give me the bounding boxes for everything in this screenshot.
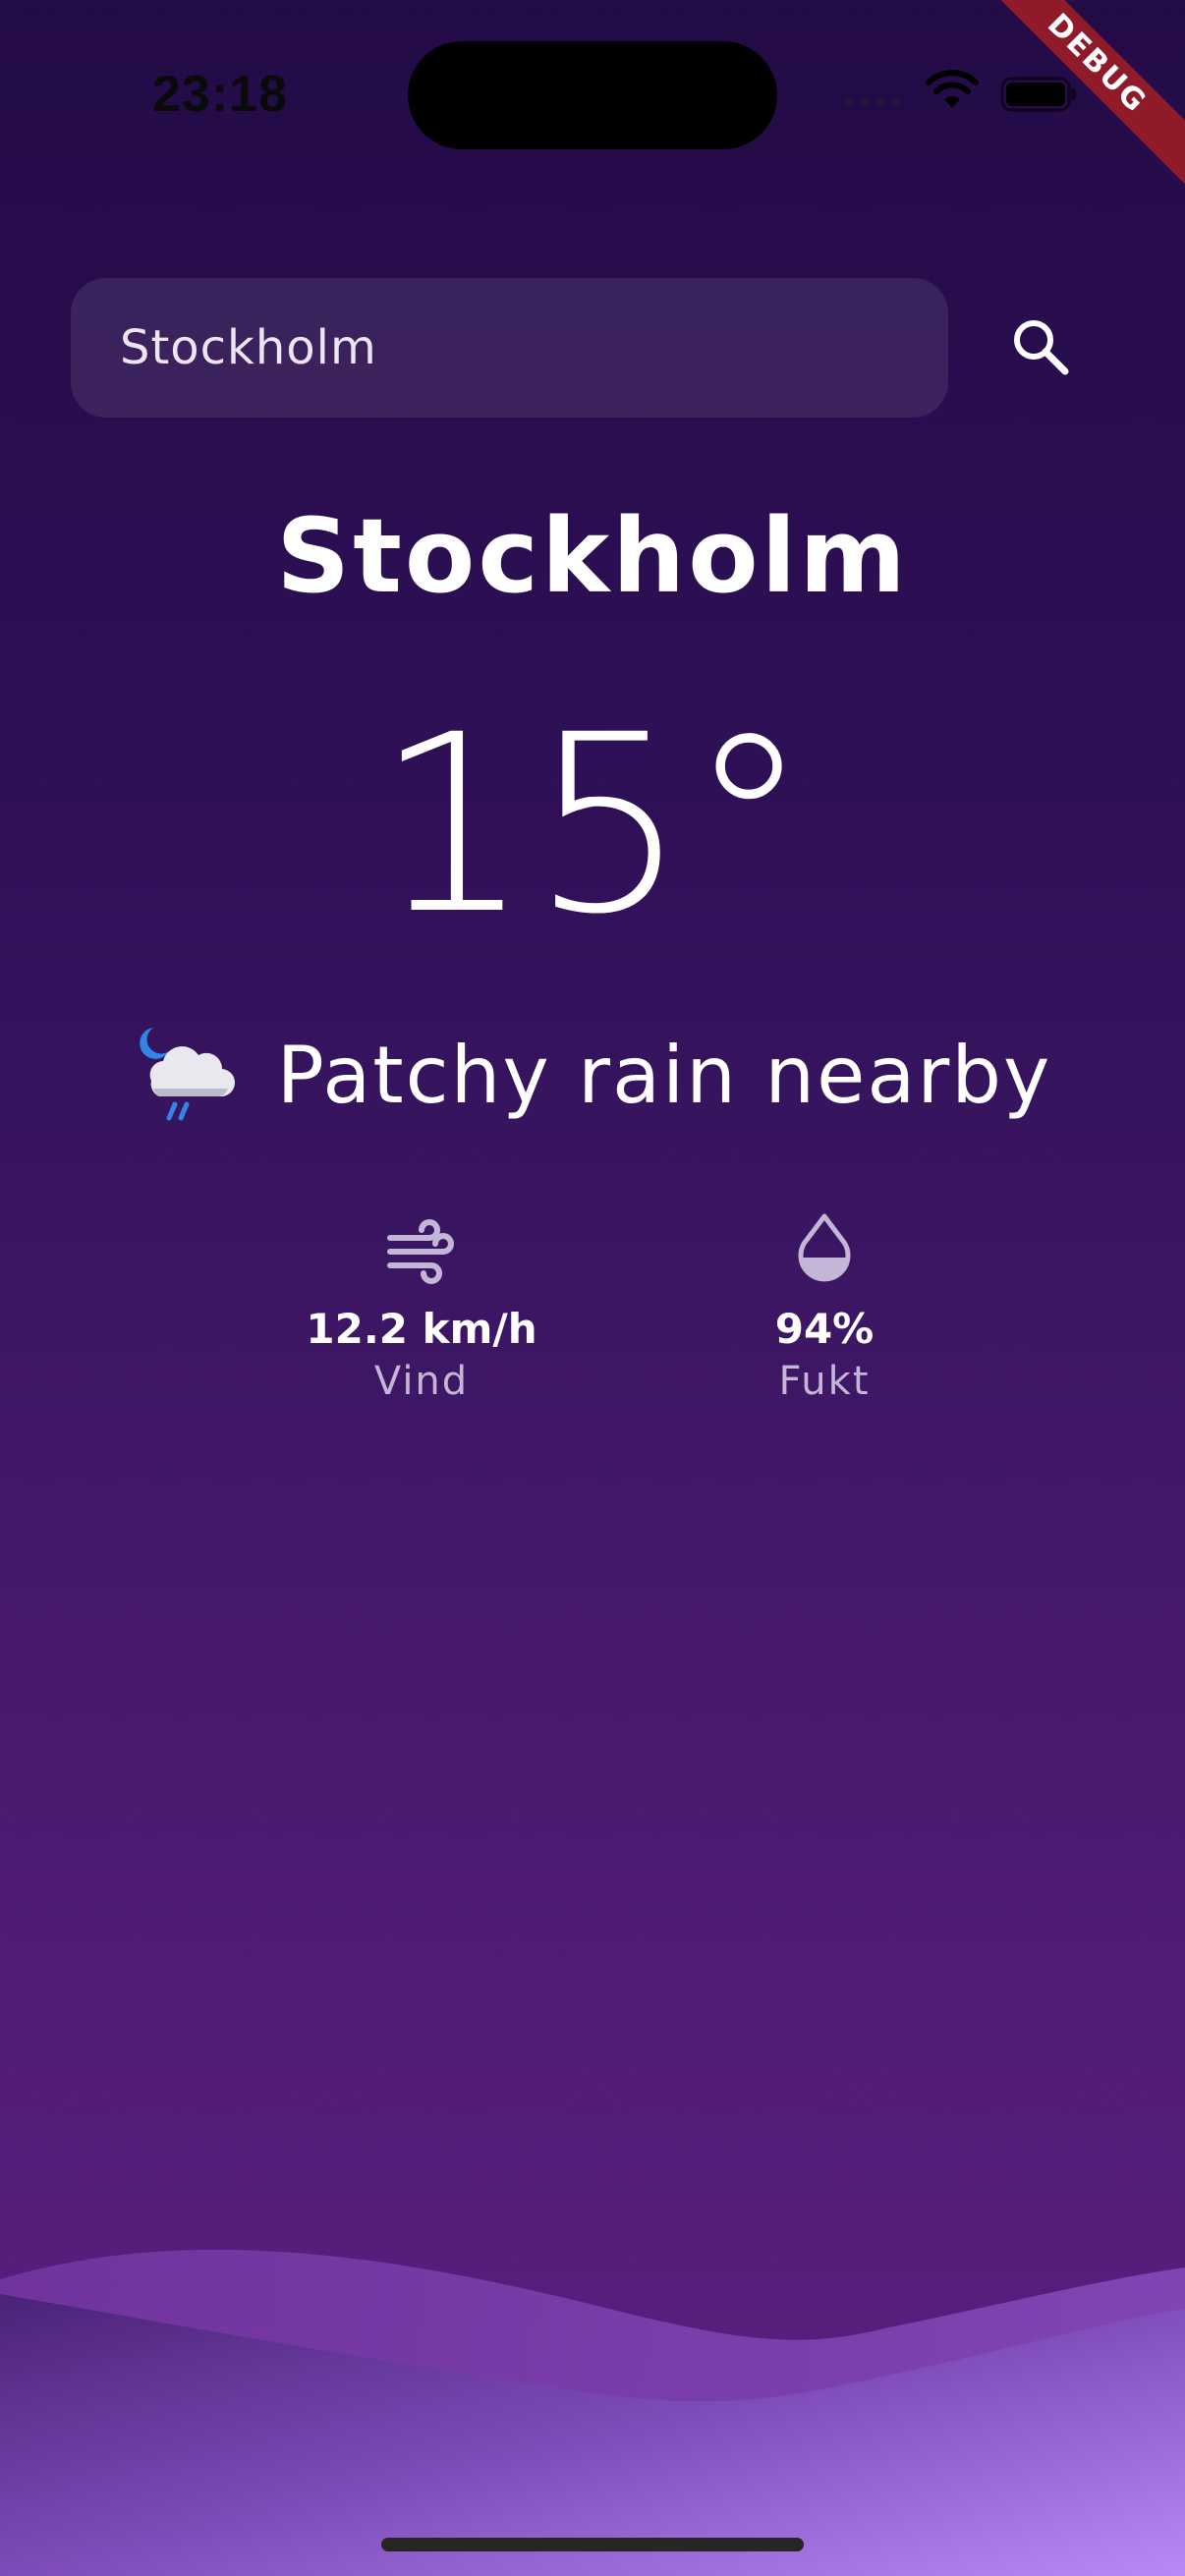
- dynamic-island: [408, 41, 777, 149]
- temperature: 15°: [374, 682, 811, 968]
- wifi-icon: [926, 70, 979, 108]
- moon-cloud-rain-icon: [139, 1028, 235, 1121]
- wind-stat: 12.2 km/h Vind: [264, 1210, 579, 1404]
- battery-icon: [1000, 77, 1076, 112]
- city-name: Stockholm: [276, 496, 909, 616]
- weather-condition: Patchy rain nearby: [0, 1022, 1185, 1128]
- humidity-stat: 94% Fukt: [667, 1210, 982, 1404]
- status-bar: 23:18: [0, 0, 1185, 196]
- wind-label: Vind: [373, 1359, 470, 1404]
- search-input[interactable]: [118, 319, 948, 376]
- water-drop-icon: [798, 1213, 851, 1282]
- humidity-label: Fukt: [778, 1359, 871, 1404]
- wind-icon: [387, 1219, 454, 1284]
- status-time: 23:18: [152, 66, 288, 123]
- decorative-waves: [0, 2249, 1185, 2576]
- cellular-signal-icon: [845, 98, 900, 106]
- search-icon[interactable]: [1008, 314, 1073, 379]
- home-indicator[interactable]: [381, 2538, 804, 2551]
- condition-text: Patchy rain nearby: [276, 1029, 1052, 1121]
- search-field[interactable]: [71, 278, 948, 418]
- wind-value: 12.2 km/h: [306, 1305, 537, 1353]
- humidity-value: 94%: [774, 1305, 875, 1353]
